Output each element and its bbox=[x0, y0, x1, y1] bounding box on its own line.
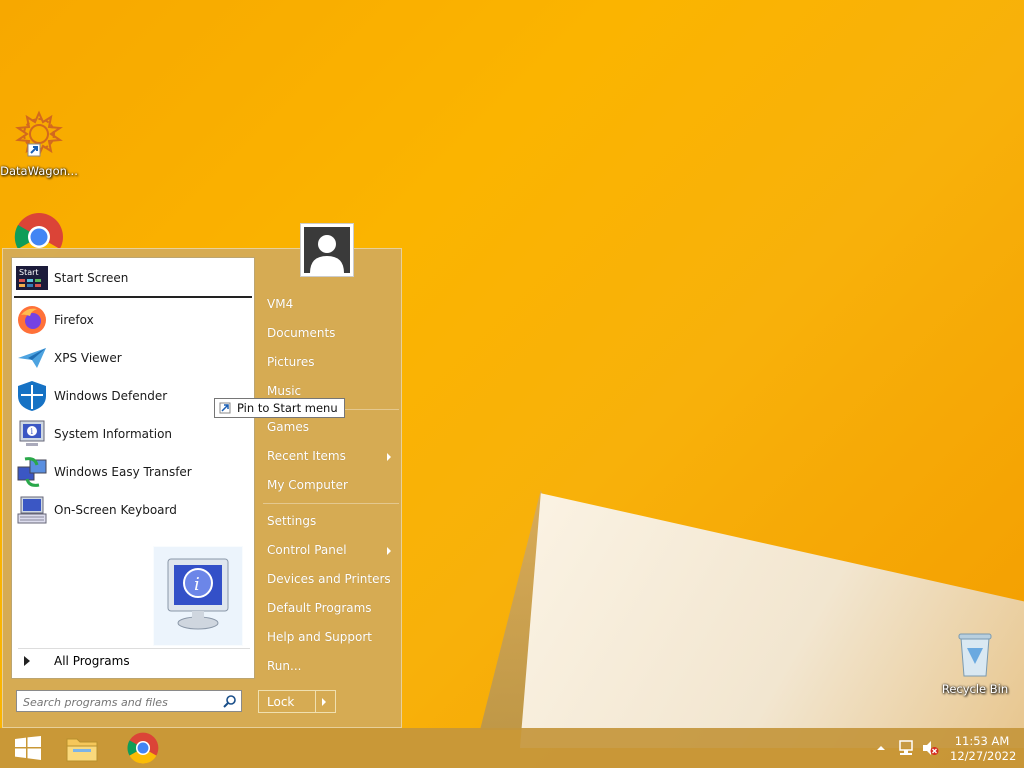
right-item-music[interactable]: Music bbox=[267, 384, 301, 398]
system-information-icon: i bbox=[16, 418, 48, 450]
clock-time: 11:53 AM bbox=[954, 734, 1010, 748]
clock-date: 12/27/2022 bbox=[950, 749, 1017, 763]
program-item-firefox[interactable]: Firefox bbox=[16, 302, 252, 338]
start-screen-label: Start Screen bbox=[54, 271, 129, 285]
pin-tooltip: Pin to Start menu bbox=[214, 398, 345, 418]
shortcut-arrow-icon bbox=[219, 402, 231, 414]
program-label: On-Screen Keyboard bbox=[54, 503, 177, 517]
program-label: Windows Easy Transfer bbox=[54, 465, 192, 479]
keyboard-icon bbox=[16, 494, 48, 526]
all-programs-button[interactable]: All Programs bbox=[22, 654, 252, 668]
svg-text:i: i bbox=[194, 574, 200, 595]
pinned-separator bbox=[14, 296, 252, 298]
right-item-games[interactable]: Games bbox=[267, 420, 309, 434]
right-item-settings[interactable]: Settings bbox=[267, 514, 316, 528]
taskbar: 11:53 AM 12/27/2022 bbox=[0, 728, 1024, 768]
right-item-recent-items[interactable]: Recent Items bbox=[267, 449, 391, 463]
program-label: Firefox bbox=[54, 313, 94, 327]
taskbar-clock[interactable]: 11:53 AM 12/27/2022 bbox=[950, 734, 1017, 764]
desktop-icon-label: Recycle Bin bbox=[941, 682, 1009, 696]
desktop-icon-datawagon[interactable]: DataWagon... bbox=[0, 110, 78, 178]
program-label: System Information bbox=[54, 427, 173, 441]
right-item-vm4[interactable]: VM4 bbox=[267, 297, 293, 311]
user-account-picture[interactable] bbox=[300, 223, 354, 277]
easy-transfer-icon bbox=[16, 456, 48, 488]
right-item-control-panel[interactable]: Control Panel bbox=[267, 543, 391, 557]
lock-label: Lock bbox=[267, 695, 295, 709]
search-icon bbox=[223, 695, 236, 708]
network-icon[interactable] bbox=[897, 740, 915, 756]
desktop-icon-recycle-bin[interactable]: Recycle Bin bbox=[936, 630, 1014, 696]
taskbar-chrome[interactable] bbox=[115, 728, 171, 768]
expand-arrow-icon bbox=[24, 656, 30, 666]
shield-icon bbox=[16, 380, 48, 412]
right-item-documents[interactable]: Documents bbox=[267, 326, 335, 340]
xps-viewer-icon bbox=[16, 342, 48, 374]
volume-muted-icon[interactable] bbox=[921, 740, 939, 756]
right-item-my-computer[interactable]: My Computer bbox=[267, 478, 348, 492]
lock-button[interactable]: Lock bbox=[258, 690, 336, 713]
start-menu: Start Start Screen Firefox XPS Viewer Wi… bbox=[2, 248, 402, 728]
system-information-drag-icon: i bbox=[167, 558, 229, 630]
lock-split-divider bbox=[315, 691, 316, 712]
right-item-pictures[interactable]: Pictures bbox=[267, 355, 315, 369]
datawagon-icon bbox=[15, 110, 63, 158]
start-button[interactable] bbox=[0, 728, 56, 768]
right-item-default-programs[interactable]: Default Programs bbox=[267, 601, 372, 615]
program-item-system-information[interactable]: i System Information bbox=[16, 416, 252, 452]
windows-start-icon bbox=[15, 736, 41, 760]
search-input[interactable] bbox=[21, 692, 215, 712]
all-programs-label: All Programs bbox=[54, 654, 130, 668]
user-avatar-icon bbox=[310, 235, 344, 273]
program-item-on-screen-keyboard[interactable]: On-Screen Keyboard bbox=[16, 492, 252, 528]
show-hidden-icons-chevron-icon[interactable] bbox=[876, 744, 886, 752]
recycle-bin-icon bbox=[958, 633, 992, 677]
program-label: Windows Defender bbox=[54, 389, 168, 403]
drag-preview: i bbox=[153, 546, 243, 646]
right-item-help-and-support[interactable]: Help and Support bbox=[267, 630, 372, 644]
file-explorer-icon bbox=[66, 738, 98, 762]
submenu-arrow-icon bbox=[387, 547, 391, 555]
right-item-run[interactable]: Run... bbox=[267, 659, 301, 673]
wallpaper-shape bbox=[520, 493, 1024, 748]
chrome-icon bbox=[127, 732, 159, 764]
right-item-devices-and-printers[interactable]: Devices and Printers bbox=[267, 572, 391, 586]
program-item-windows-easy-transfer[interactable]: Windows Easy Transfer bbox=[16, 454, 252, 490]
program-label: XPS Viewer bbox=[54, 351, 122, 365]
start-screen-item[interactable]: Start Start Screen bbox=[16, 260, 252, 296]
svg-text:Start: Start bbox=[19, 268, 39, 277]
svg-text:i: i bbox=[31, 427, 34, 436]
program-item-xps-viewer[interactable]: XPS Viewer bbox=[16, 340, 252, 376]
all-programs-separator bbox=[18, 648, 250, 649]
start-screen-icon: Start bbox=[16, 262, 48, 294]
taskbar-file-explorer[interactable] bbox=[54, 728, 110, 768]
right-separator bbox=[263, 503, 399, 504]
tooltip-text: Pin to Start menu bbox=[237, 401, 338, 415]
lock-options-arrow-icon[interactable] bbox=[322, 698, 326, 706]
firefox-icon bbox=[16, 304, 48, 336]
search-box[interactable] bbox=[16, 690, 242, 712]
desktop-icon-label: DataWagon... bbox=[0, 164, 78, 178]
submenu-arrow-icon bbox=[387, 453, 391, 461]
